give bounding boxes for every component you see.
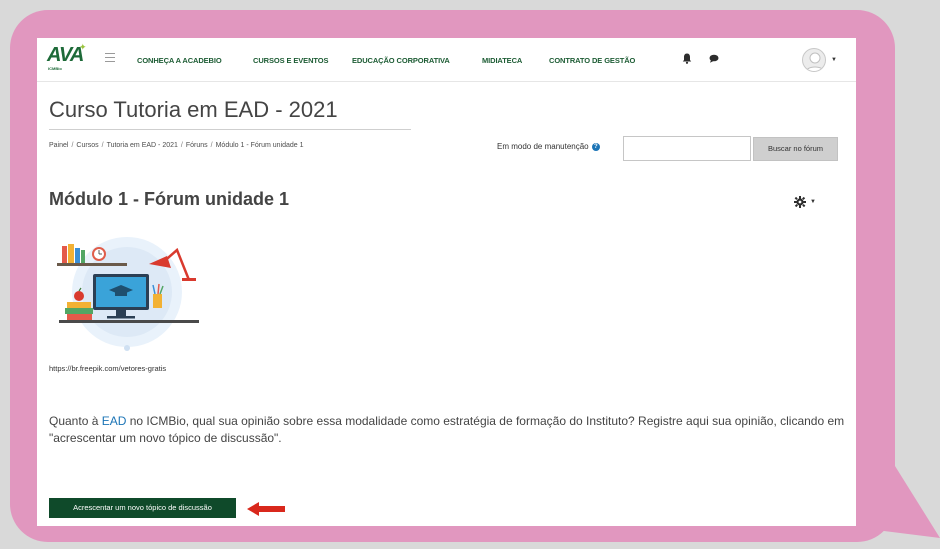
nav-item-educacao-corporativa[interactable]: EDUCAÇÃO CORPORATIVA: [352, 56, 450, 65]
top-navbar: AVA ✦ ICMBio CONHEÇA A ACADEBIO CURSOS E…: [37, 38, 856, 82]
breadcrumb-item-current[interactable]: Módulo 1 - Fórum unidade 1: [216, 142, 304, 149]
gear-icon[interactable]: [794, 196, 806, 208]
browser-screenshot: AVA ✦ ICMBio CONHEÇA A ACADEBIO CURSOS E…: [37, 38, 856, 526]
image-credit: https://br.freepik.com/vetores-gratis: [49, 364, 167, 373]
nav-item-cursos-eventos[interactable]: CURSOS E EVENTOS: [253, 56, 328, 65]
intro-text-start: Quanto à: [49, 414, 102, 428]
logo-subtext: ICMBio: [48, 66, 62, 71]
maintenance-mode-label: Em modo de manutenção ?: [497, 142, 600, 151]
intro-text-end: no ICMBio, qual sua opinião sobre essa m…: [49, 414, 845, 445]
breadcrumb: Painel / Cursos / Tutoria em EAD - 2021/Fóru…: [49, 142, 304, 149]
logo-text: AVA: [47, 44, 84, 66]
red-arrow-left-icon: [247, 502, 285, 516]
forum-intro-text: Quanto à EAD no ICMBio, qual sua opinião…: [49, 413, 849, 447]
ead-link[interactable]: EAD: [102, 414, 127, 428]
ava-logo[interactable]: AVA ✦ ICMBio: [47, 42, 91, 76]
title-divider: [49, 129, 411, 130]
add-discussion-topic-button[interactable]: Acrescentar um novo tópico de discussão: [49, 498, 236, 518]
help-icon[interactable]: ?: [591, 142, 600, 151]
breadcrumb-separator: /: [101, 142, 104, 149]
nav-item-contrato-gestao[interactable]: CONTRATO DE GESTÃO: [549, 56, 635, 65]
leaf-icon: ✦: [79, 42, 87, 52]
maintenance-text: Em modo de manutenção: [497, 142, 589, 151]
forum-search-input[interactable]: [623, 136, 751, 161]
speech-bubble-tail: [860, 450, 940, 538]
nav-item-midiateca[interactable]: MIDIATECA: [482, 56, 522, 65]
forum-heading: Módulo 1 - Fórum unidade 1: [49, 189, 289, 209]
breadcrumb-item-cursos[interactable]: Cursos: [76, 142, 98, 149]
breadcrumb-item-painel[interactable]: Painel: [49, 142, 68, 149]
bell-icon[interactable]: [682, 53, 692, 64]
breadcrumb-separator: /: [210, 142, 213, 149]
page-title: Curso Tutoria em EAD - 2021: [49, 97, 338, 122]
chevron-down-icon[interactable]: ▼: [810, 199, 816, 205]
study-desk-illustration: [57, 237, 199, 351]
chevron-down-icon[interactable]: ▼: [831, 57, 837, 63]
search-forum-button[interactable]: Buscar no fórum: [753, 137, 838, 161]
chat-icon[interactable]: [709, 54, 719, 63]
breadcrumb-separator: /: [180, 142, 183, 149]
user-icon: [805, 52, 825, 71]
breadcrumb-item-course[interactable]: Tutoria em EAD - 2021: [107, 142, 178, 149]
hamburger-icon[interactable]: [105, 53, 115, 62]
nav-item-conheca[interactable]: CONHEÇA A ACADEBIO: [137, 56, 222, 65]
avatar[interactable]: [802, 48, 826, 72]
breadcrumb-item-foruns[interactable]: Fóruns: [186, 142, 208, 149]
